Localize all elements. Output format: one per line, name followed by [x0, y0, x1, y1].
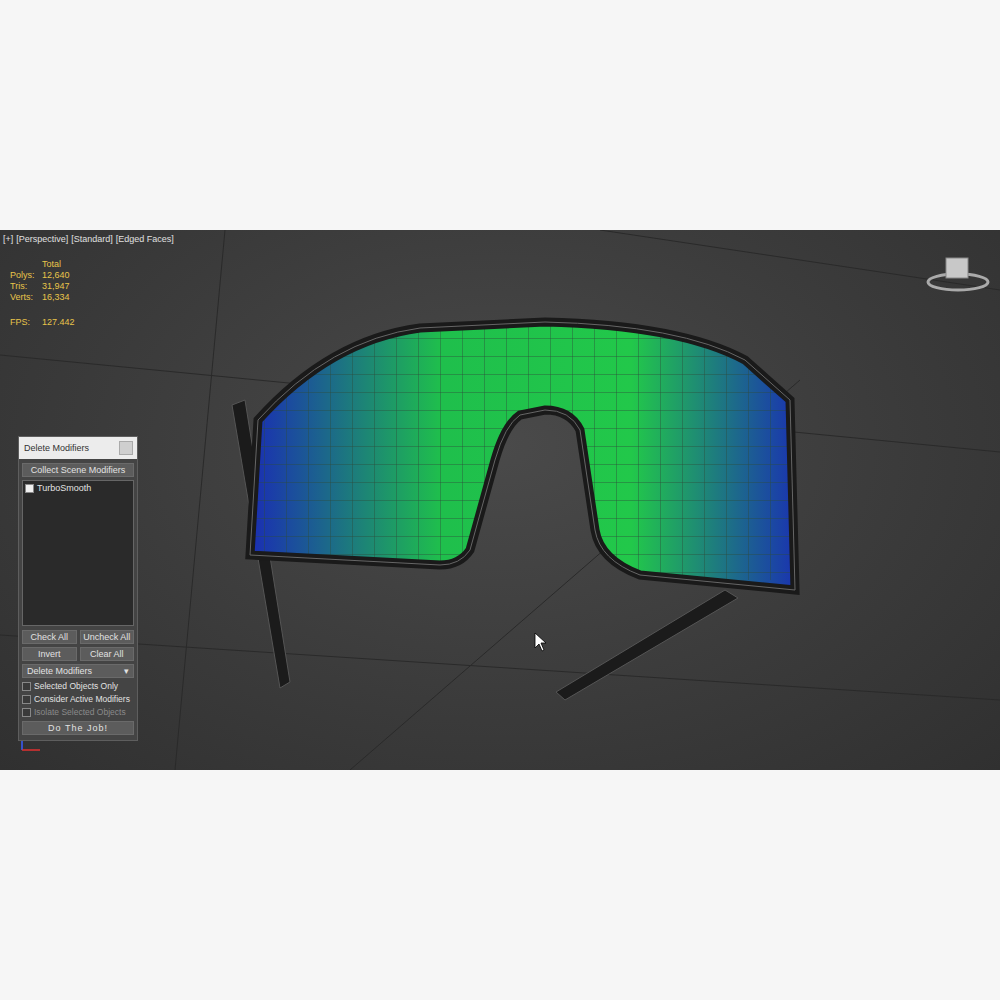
checkbox [22, 708, 31, 717]
window-body: Collect Scene Modifiers TurboSmooth Check … [19, 459, 137, 740]
viewport-label[interactable]: [Perspective] [16, 234, 68, 244]
top-margin [0, 0, 1000, 230]
dropdown-arrow-icon: ▾ [124, 666, 129, 676]
viewport-label[interactable]: [+] [3, 234, 13, 244]
action-button[interactable]: Check All [22, 630, 77, 644]
grid-lines [0, 230, 1000, 770]
action-button[interactable]: Uncheck All [80, 630, 135, 644]
checkbox[interactable] [25, 484, 34, 493]
collect-button[interactable]: Collect Scene Modifiers [22, 463, 134, 477]
fps-value: 127.442 [42, 317, 75, 327]
modifier-item[interactable]: TurboSmooth [25, 483, 131, 493]
stat-value: 16,334 [42, 292, 75, 302]
option-checkbox: Isolate Selected Objects [22, 707, 134, 717]
stat-label: Tris: [10, 281, 42, 291]
modifier-list[interactable]: TurboSmooth [22, 480, 134, 626]
viewport[interactable]: [+][Perspective][Standard][Edged Faces] T… [0, 230, 1000, 770]
stat-label: Polys: [10, 270, 42, 280]
mode-dropdown[interactable]: Delete Modifiers▾ [22, 664, 134, 678]
scene[interactable] [0, 230, 1000, 770]
checkbox[interactable] [22, 682, 31, 691]
option-checkbox[interactable]: Selected Objects Only [22, 681, 134, 691]
button-grid: Check AllUncheck AllInvertClear All [22, 630, 134, 661]
cursor-icon [535, 633, 546, 651]
viewport-labels[interactable]: [+][Perspective][Standard][Edged Faces] [3, 234, 174, 244]
bottom-margin [0, 770, 1000, 1000]
close-button[interactable] [119, 441, 133, 455]
sunglasses-model[interactable] [232, 310, 800, 700]
viewcube-icon[interactable] [928, 258, 988, 290]
stat-value: 31,947 [42, 281, 75, 291]
fps-label: FPS: [10, 317, 42, 327]
stat-label: Verts: [10, 292, 42, 302]
page: [+][Perspective][Standard][Edged Faces] T… [0, 0, 1000, 1000]
delete-modifiers-window[interactable]: Delete Modifiers Collect Scene Modifiers T… [18, 436, 138, 741]
checkbox[interactable] [22, 695, 31, 704]
viewport-label[interactable]: [Standard] [71, 234, 113, 244]
run-button[interactable]: Do The Job! [22, 721, 134, 735]
stat-value: 12,640 [42, 270, 75, 280]
window-titlebar[interactable]: Delete Modifiers [19, 437, 137, 459]
stats-header: Total [42, 259, 75, 269]
viewport-label[interactable]: [Edged Faces] [116, 234, 174, 244]
action-button[interactable]: Clear All [80, 647, 135, 661]
action-button[interactable]: Invert [22, 647, 77, 661]
stats-overlay: TotalPolys:12,640Tris:31,947Verts:16,334… [10, 259, 75, 327]
option-checkbox[interactable]: Consider Active Modifiers [22, 694, 134, 704]
window-title: Delete Modifiers [24, 443, 89, 453]
